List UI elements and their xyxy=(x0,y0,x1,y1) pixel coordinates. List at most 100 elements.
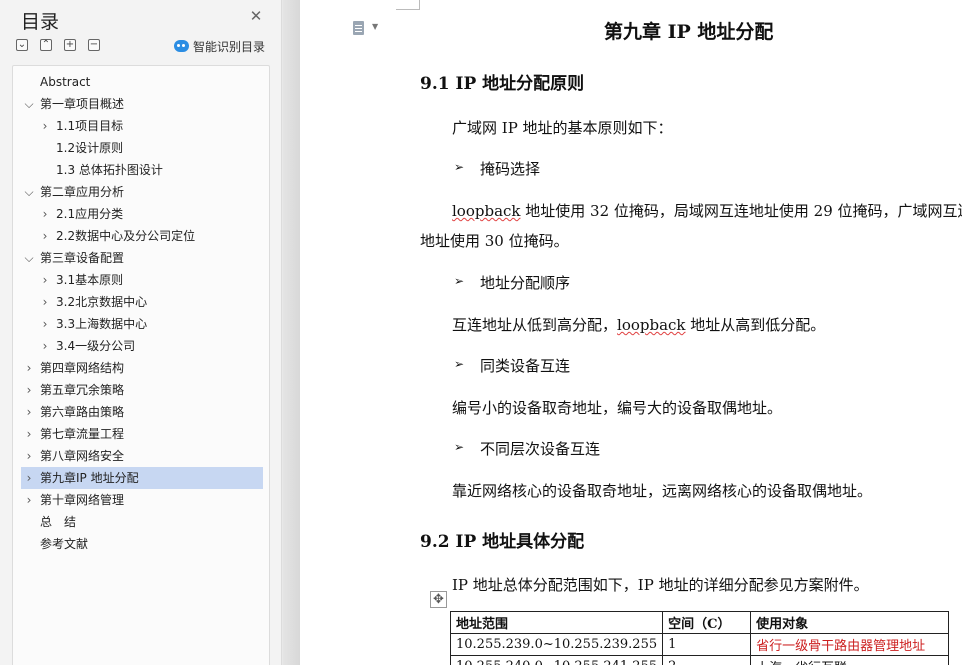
toc-item[interactable]: › 第八章网络安全 xyxy=(21,445,263,467)
toc-item[interactable]: ⌵ 第二章应用分析 xyxy=(21,181,263,203)
toc-item-label: 1.1项目目标 xyxy=(56,119,124,133)
smart-robot-icon xyxy=(174,40,189,52)
expand-all-button[interactable]: ⌃ xyxy=(40,39,52,51)
chevron-right-icon[interactable]: › xyxy=(39,203,51,225)
table-header-cell[interactable]: 地址范围 xyxy=(449,611,664,634)
table-cell[interactable]: 上海一省行互联 xyxy=(750,655,950,665)
toc-item-label: 1.3 总体拓扑图设计 xyxy=(56,163,163,177)
toc-item[interactable]: 参考文献 xyxy=(21,533,263,555)
chevron-right-icon[interactable]: › xyxy=(39,313,51,335)
smart-recognize-toc-button[interactable]: 智能识别目录 xyxy=(174,37,265,55)
toc-item-label: 3.2北京数据中心 xyxy=(56,295,148,309)
chevron-right-icon[interactable]: › xyxy=(39,269,51,291)
toc-item[interactable]: › 2.2数据中心及分公司定位 xyxy=(21,225,263,247)
chevron-right-icon[interactable]: › xyxy=(39,225,51,247)
toc-item-label: 第六章路由策略 xyxy=(40,405,125,419)
toc-item[interactable]: ⌵ 第一章项目概述 xyxy=(21,93,263,115)
remove-heading-button[interactable]: − xyxy=(88,39,100,51)
table-move-handle-icon[interactable]: ✥ xyxy=(430,591,447,608)
toc-item-label: 总 结 xyxy=(40,515,77,529)
toc-item[interactable]: › 第九章IP 地址分配 xyxy=(21,467,263,489)
table-cell[interactable]: 1 xyxy=(662,633,752,656)
bullet-different-level: 不同层次设备互连 xyxy=(480,440,601,458)
toc-item[interactable]: ⌵ 第三章设备配置 xyxy=(21,247,263,269)
toc-item[interactable]: 总 结 xyxy=(21,511,263,533)
section-title-9-1: 9.1 IP 地址分配原则 xyxy=(420,74,585,94)
bullet-arrow-icon: ➢ xyxy=(454,160,465,174)
spellcheck-word: loopback xyxy=(617,316,686,334)
toc-item[interactable]: › 第十章网络管理 xyxy=(21,489,263,511)
chevron-right-icon[interactable]: › xyxy=(23,423,35,445)
chevron-right-icon[interactable]: › xyxy=(39,335,51,357)
table-header-cell[interactable]: 使用对象 xyxy=(750,611,950,634)
paragraph-mask-text: 地址使用 32 位掩码，局域网互连地址使用 29 位掩码，广域网互连 xyxy=(520,202,962,220)
spellcheck-word: loopback xyxy=(452,202,521,220)
toc-item-label: 第三章设备配置 xyxy=(40,251,125,265)
chevron-down-icon[interactable]: ⌵ xyxy=(23,181,35,203)
bullet-same-type: 同类设备互连 xyxy=(480,357,571,375)
toc-item-label: 第九章IP 地址分配 xyxy=(40,471,139,485)
toc-panel: 目录 ✕ ⌄ ⌃ + − 智能识别目录 Abstract ⌵ 第一章项目概述 › 1.1… xyxy=(0,0,282,665)
toc-item-label: 第四章网络结构 xyxy=(40,361,125,375)
toc-item[interactable]: › 3.4一级分公司 xyxy=(21,335,263,357)
chevron-down-icon[interactable]: ⌵ xyxy=(23,247,35,269)
chevron-right-icon[interactable]: › xyxy=(23,357,35,379)
table-cell[interactable]: 10.255.239.0~10.255.239.255 xyxy=(449,633,664,656)
paragraph-mask-line2: 地址使用 30 位掩码。 xyxy=(420,232,569,250)
chevron-right-icon[interactable]: › xyxy=(23,379,35,401)
page-options-icon[interactable] xyxy=(353,21,364,35)
toc-item-label: 第二章应用分析 xyxy=(40,185,125,199)
toc-item[interactable]: 1.2设计原则 xyxy=(21,137,263,159)
toc-item[interactable]: › 3.1基本原则 xyxy=(21,269,263,291)
toc-item-label: 3.4一级分公司 xyxy=(56,339,136,353)
chevron-right-icon[interactable]: › xyxy=(23,489,35,511)
bullet-arrow-icon: ➢ xyxy=(454,274,465,288)
toc-item[interactable]: › 3.3上海数据中心 xyxy=(21,313,263,335)
toc-item[interactable]: › 第六章路由策略 xyxy=(21,401,263,423)
toc-item-label: 第八章网络安全 xyxy=(40,449,125,463)
table-header-row: 地址范围 空间（C） 使用对象 xyxy=(449,611,950,634)
collapse-all-button[interactable]: ⌄ xyxy=(16,39,28,51)
chevron-down-icon[interactable]: ▼ xyxy=(372,22,378,31)
table-header-cell[interactable]: 空间（C） xyxy=(662,611,752,634)
chapter-title: 第九章 IP 地址分配 xyxy=(604,21,774,43)
toc-item[interactable]: › 第五章冗余策略 xyxy=(21,379,263,401)
chevron-right-icon[interactable]: › xyxy=(23,401,35,423)
toc-item-label: 2.1应用分类 xyxy=(56,207,124,221)
toc-item-label: Abstract xyxy=(40,75,91,89)
paragraph-different-level: 靠近网络核心的设备取奇地址，远离网络核心的设备取偶地址。 xyxy=(452,482,873,500)
toc-item[interactable]: 1.3 总体拓扑图设计 xyxy=(21,159,263,181)
paragraph-order: 互连地址从低到高分配，loopback 地址从高到低分配。 xyxy=(452,314,825,335)
toc-item-label: 3.3上海数据中心 xyxy=(56,317,148,331)
chevron-right-icon[interactable]: › xyxy=(39,291,51,313)
paragraph-order-text-b: 地址从高到低分配。 xyxy=(685,316,826,334)
toc-item[interactable]: › 1.1项目目标 xyxy=(21,115,263,137)
chevron-right-icon[interactable]: › xyxy=(39,115,51,137)
smart-recognize-label: 智能识别目录 xyxy=(193,39,266,54)
toc-item-label: 第十章网络管理 xyxy=(40,493,125,507)
toc-item[interactable]: › 3.2北京数据中心 xyxy=(21,291,263,313)
page-gutter xyxy=(283,0,300,665)
toc-item[interactable]: Abstract xyxy=(21,71,263,93)
ip-allocation-table[interactable]: 地址范围 空间（C） 使用对象 10.255.239.0~10.255.239.… xyxy=(449,611,950,665)
close-icon[interactable]: ✕ xyxy=(248,8,264,24)
chevron-right-icon[interactable]: › xyxy=(23,445,35,467)
chevron-right-icon[interactable]: › xyxy=(23,467,35,489)
bullet-allocation-order: 地址分配顺序 xyxy=(480,274,571,292)
toc-item[interactable]: › 2.1应用分类 xyxy=(21,203,263,225)
toc-item[interactable]: › 第四章网络结构 xyxy=(21,357,263,379)
toc-item[interactable]: › 第七章流量工程 xyxy=(21,423,263,445)
chevron-down-icon[interactable]: ⌵ xyxy=(23,93,35,115)
table-cell[interactable]: 10.255.240.0~10.255.241.255 xyxy=(449,655,664,665)
table-cell[interactable]: 省行一级骨干路由器管理地址 xyxy=(750,633,950,656)
bullet-arrow-icon: ➢ xyxy=(454,357,465,371)
table-cell[interactable]: 2 xyxy=(662,655,752,665)
toc-item-label: 1.2设计原则 xyxy=(56,141,124,155)
bullet-arrow-icon: ➢ xyxy=(454,440,465,454)
add-heading-button[interactable]: + xyxy=(64,39,76,51)
toc-list: Abstract ⌵ 第一章项目概述 › 1.1项目目标 1.2设计原则 1.3 总体拓扑图… xyxy=(12,65,270,665)
section-title-9-2: 9.2 IP 地址具体分配 xyxy=(420,532,585,552)
toc-item-label: 2.2数据中心及分公司定位 xyxy=(56,229,196,243)
toc-item-label: 第五章冗余策略 xyxy=(40,383,125,397)
table-row: 10.255.240.0~10.255.241.255 2 上海一省行互联 xyxy=(449,655,950,665)
